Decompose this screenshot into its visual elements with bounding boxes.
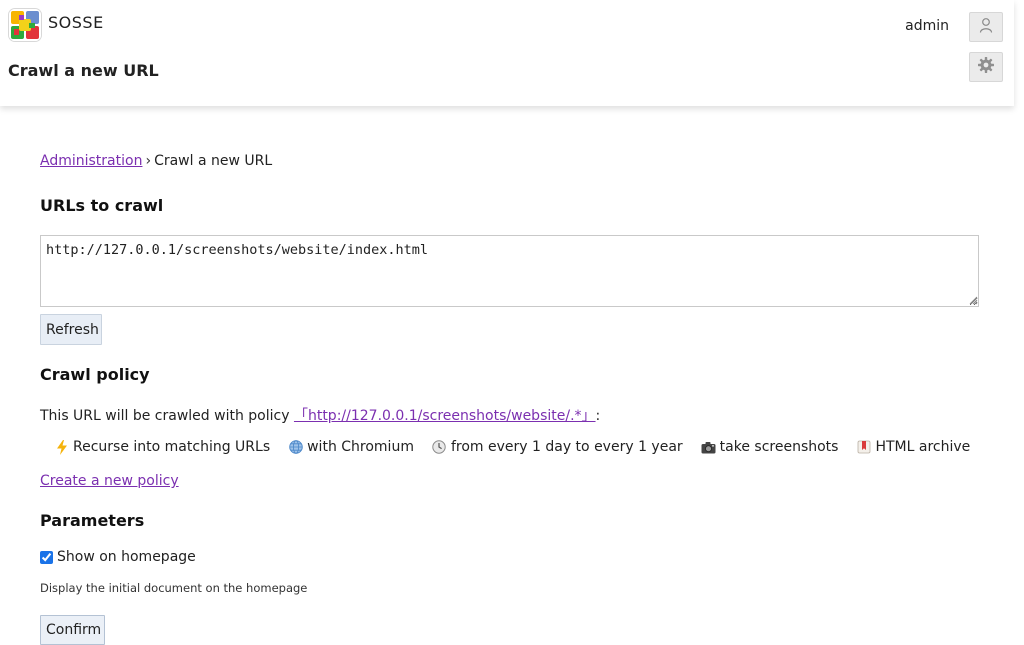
feature-label: Recurse into matching URLs: [73, 439, 271, 455]
feature-label: with Chromium: [307, 439, 414, 455]
settings-menu-button[interactable]: [969, 52, 1003, 82]
policy-features: Recurse into matching URLs with Chromium…: [54, 439, 970, 455]
feature-browser: with Chromium: [288, 439, 414, 455]
confirm-button[interactable]: Confirm: [40, 615, 105, 645]
top-bar: SOSSE Crawl a new URL admin: [0, 0, 1014, 106]
clock-icon: [432, 440, 447, 455]
breadcrumb-administration-link[interactable]: Administration: [40, 153, 142, 169]
feature-label: take screenshots: [719, 439, 839, 455]
user-menu-button[interactable]: [969, 12, 1003, 42]
show-on-homepage-checkbox[interactable]: [40, 550, 53, 564]
feature-label: from every 1 day to every 1 year: [450, 439, 683, 455]
gear-icon: [977, 56, 995, 78]
create-policy-link[interactable]: Create a new policy: [40, 473, 179, 489]
feature-recrawl-frequency: from every 1 day to every 1 year: [432, 439, 683, 455]
lightning-icon: [54, 439, 69, 455]
show-on-homepage-label: Show on homepage: [57, 549, 196, 565]
page-title: Crawl a new URL: [8, 61, 159, 80]
breadcrumb-separator: ›: [145, 153, 152, 169]
parameters-heading: Parameters: [40, 511, 145, 530]
camera-icon: [701, 440, 716, 455]
feature-label: HTML archive: [875, 439, 971, 455]
policy-link[interactable]: 「http://127.0.0.1/screenshots/website/.*…: [294, 408, 596, 424]
sosse-logo-icon[interactable]: [8, 8, 42, 42]
feature-screenshots: take screenshots: [701, 439, 839, 455]
policy-suffix: :: [595, 408, 601, 424]
app-name[interactable]: SOSSE: [48, 13, 104, 32]
urls-heading: URLs to crawl: [40, 196, 164, 215]
show-on-homepage-help: Display the initial document on the home…: [40, 581, 308, 595]
globe-icon: [288, 440, 303, 455]
user-icon: [979, 17, 993, 37]
show-on-homepage-option[interactable]: Show on homepage: [40, 549, 196, 565]
policy-intro-text: This URL will be crawled with policy: [40, 408, 290, 424]
urls-textarea[interactable]: http://127.0.0.1/screenshots/website/ind…: [40, 235, 979, 307]
feature-recurse: Recurse into matching URLs: [54, 439, 270, 455]
policy-description: This URL will be crawled with policy 「ht…: [40, 405, 600, 425]
feature-html-archive: HTML archive: [856, 439, 970, 455]
username-label: admin: [905, 18, 949, 34]
refresh-button[interactable]: Refresh: [40, 314, 102, 345]
crawl-policy-heading: Crawl policy: [40, 365, 150, 384]
breadcrumb: Administration › Crawl a new URL: [40, 153, 272, 169]
bookmark-icon: [856, 440, 871, 455]
breadcrumb-current: Crawl a new URL: [154, 153, 273, 169]
